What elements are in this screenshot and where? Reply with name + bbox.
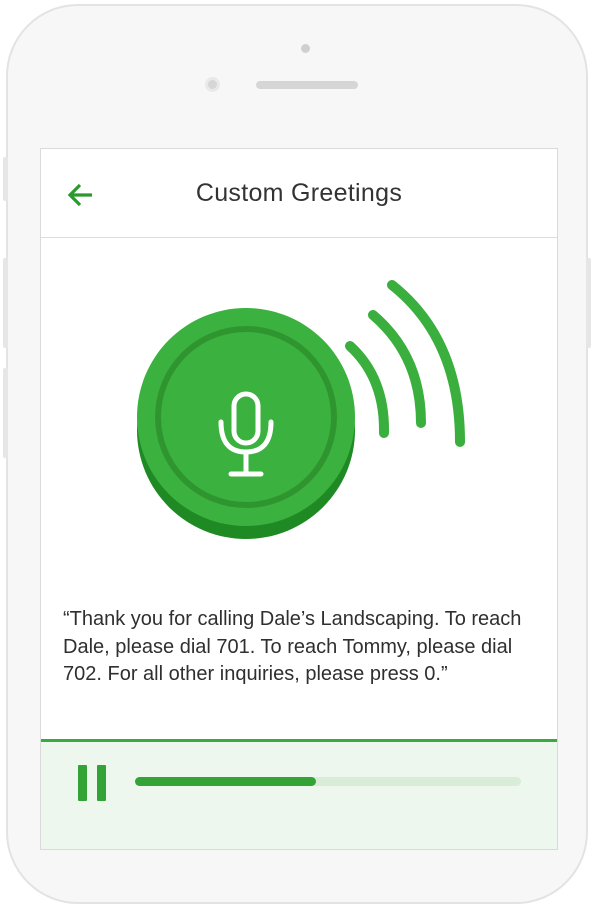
volume-down-button: [3, 368, 8, 458]
playback-progress-fill: [135, 777, 317, 786]
volume-up-button: [3, 258, 8, 348]
earpiece-speaker: [256, 81, 358, 89]
playback-progress-bar[interactable]: [135, 777, 521, 786]
pause-button[interactable]: [78, 765, 108, 801]
proximity-sensor: [301, 44, 310, 53]
mute-switch: [3, 157, 8, 201]
front-camera: [205, 77, 220, 92]
app-screen: Custom Greetings “Thank you for calling …: [40, 148, 558, 850]
app-header: Custom Greetings: [41, 149, 557, 238]
page-title: Custom Greetings: [195, 179, 403, 207]
audio-player: [41, 739, 557, 849]
sound-waves-icon: [345, 280, 465, 447]
greeting-illustration: [137, 277, 477, 567]
mic-button-face: [137, 308, 355, 526]
power-button: [586, 258, 591, 348]
greeting-text: “Thank you for calling Dale’s Landscapin…: [63, 608, 522, 685]
